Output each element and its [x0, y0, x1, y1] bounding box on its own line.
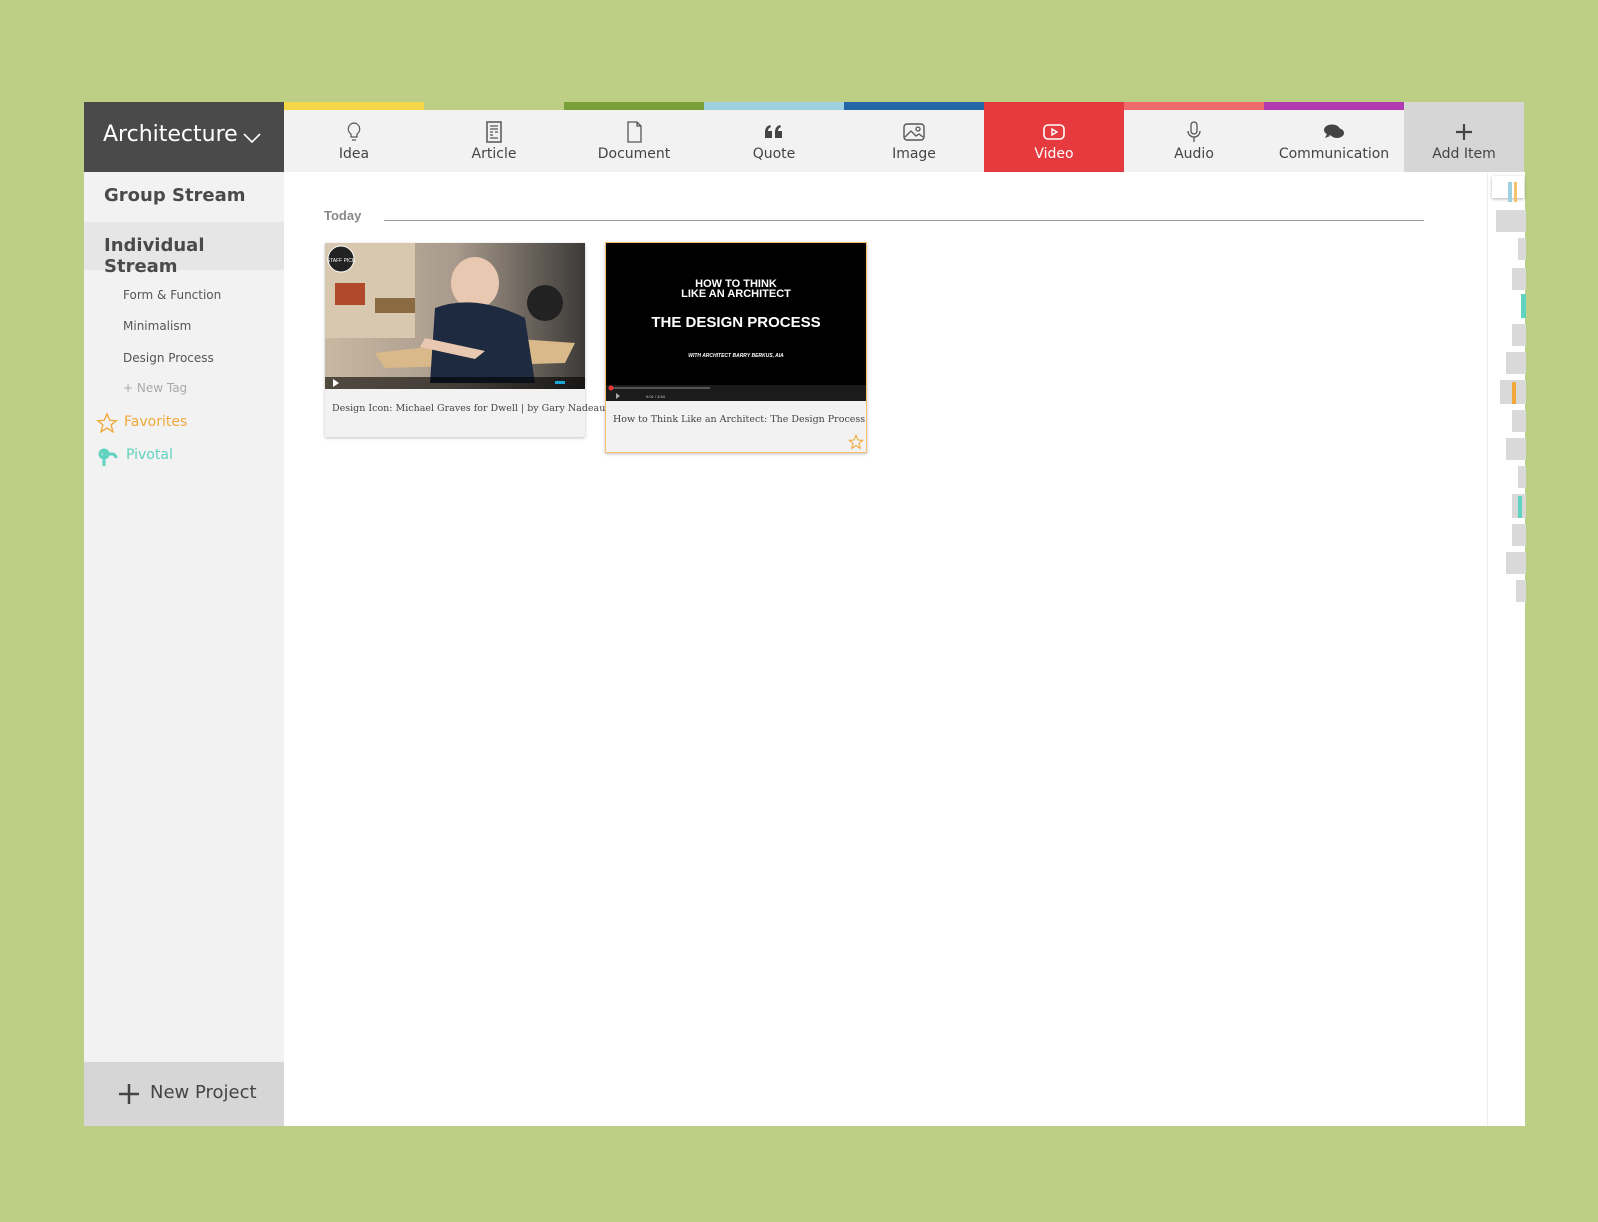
audio-color-bar	[1124, 102, 1264, 110]
audio-button[interactable]: Audio	[1124, 102, 1264, 172]
group-stream-label: Group Stream	[104, 185, 246, 206]
video-card-caption: How to Think Like an Architect: The Desi…	[613, 414, 866, 425]
quote-color-bar	[704, 102, 844, 110]
individual-stream-link[interactable]: Individual Stream	[84, 222, 284, 277]
minimap-marker	[1518, 496, 1522, 518]
minimap-block	[1518, 466, 1526, 488]
sidebar: Architecture Group Stream Individual Str…	[84, 102, 284, 1126]
tag-minimalism[interactable]: Minimalism	[123, 319, 191, 333]
lightbulb-icon	[347, 122, 361, 141]
section-divider	[384, 220, 1424, 221]
communication-label: Communication	[1278, 146, 1390, 162]
staff-pick-badge: STAFF PICK	[327, 258, 356, 264]
new-tag-button[interactable]: + New Tag	[123, 381, 187, 395]
video-thumbnail[interactable]: HOW TO THINK LIKE AN ARCHITECT THE DESIG…	[606, 243, 866, 401]
individual-stream-label: Individual Stream	[104, 235, 205, 277]
image-button[interactable]: Image	[844, 102, 984, 172]
stream-minimap[interactable]	[1487, 172, 1526, 1126]
star-icon	[96, 412, 118, 434]
group-stream-link[interactable]: Group Stream	[84, 172, 284, 220]
image-color-bar	[844, 102, 984, 110]
item-type-toolbar: Idea Article Document Quote Image Video	[284, 102, 1524, 172]
add-item-label: Add Item	[1432, 146, 1496, 162]
minimap-marker	[1512, 382, 1516, 404]
minimap-block	[1512, 410, 1526, 432]
video-subtitle: WITH ARCHITECT BARRY BERKUS, AIA	[688, 353, 784, 359]
minimap-marker	[1514, 182, 1517, 202]
pivotal-label: Pivotal	[126, 447, 173, 463]
video-card[interactable]: HOW TO THINK LIKE AN ARCHITECT THE DESIG…	[605, 242, 867, 453]
add-item-button[interactable]: Add Item	[1404, 102, 1524, 172]
favorites-label: Favorites	[124, 414, 188, 430]
video-button[interactable]: Video	[984, 102, 1124, 172]
minimap-block	[1506, 438, 1526, 460]
idea-color-bar	[284, 102, 424, 110]
document-button[interactable]: Document	[564, 102, 704, 172]
minimap-marker	[1508, 182, 1512, 202]
tag-design-process[interactable]: Design Process	[123, 351, 214, 365]
favorite-star-icon[interactable]	[848, 434, 864, 450]
video-card[interactable]: STAFF PICK Design Icon: Michael Graves f…	[325, 243, 605, 437]
minimap-block	[1512, 268, 1526, 290]
quote-label: Quote	[752, 146, 796, 162]
pivot-icon	[98, 448, 118, 466]
project-title: Architecture	[103, 122, 238, 147]
minimap-block	[1496, 210, 1526, 232]
project-selector[interactable]: Architecture	[84, 102, 284, 172]
app-window: Architecture Group Stream Individual Str…	[84, 102, 1526, 1126]
document-label: Document	[597, 146, 671, 162]
section-heading-today: Today	[324, 208, 362, 223]
plus-icon	[1456, 124, 1472, 140]
video-label: Video	[1034, 146, 1074, 162]
chevron-down-icon	[243, 133, 261, 144]
minimap-block	[1512, 524, 1526, 546]
video-play-icon	[1043, 124, 1065, 140]
document-color-bar	[564, 102, 704, 110]
minimap-block	[1506, 352, 1526, 374]
video-thumbnail[interactable]: STAFF PICK	[325, 243, 585, 389]
document-icon	[627, 121, 642, 143]
minimap-block	[1506, 552, 1526, 574]
image-label: Image	[892, 146, 936, 162]
idea-label: Idea	[338, 146, 370, 162]
article-label: Article	[471, 146, 517, 162]
minimap-block	[1512, 324, 1526, 346]
video-title-line-2: LIKE AN ARCHITECT	[681, 288, 791, 300]
plus-icon	[119, 1084, 139, 1104]
new-project-label: New Project	[150, 1082, 257, 1103]
communication-button[interactable]: Communication	[1264, 102, 1404, 172]
minimap-marker	[1521, 294, 1526, 318]
video-card-caption: Design Icon: Michael Graves for Dwell | …	[332, 403, 606, 414]
quote-icon	[765, 125, 782, 138]
video-title-line-3: THE DESIGN PROCESS	[651, 314, 820, 331]
idea-button[interactable]: Idea	[284, 102, 424, 172]
chat-bubbles-icon	[1324, 124, 1344, 138]
audio-label: Audio	[1174, 146, 1214, 162]
minimap-block	[1518, 238, 1526, 260]
minimap-block	[1516, 580, 1526, 602]
microphone-icon	[1187, 121, 1201, 142]
tag-form-function[interactable]: Form & Function	[123, 288, 221, 302]
video-color-bar	[984, 102, 1124, 110]
video-time: 0:01 / 3:54	[646, 394, 666, 399]
communication-color-bar	[1264, 102, 1404, 110]
image-icon	[903, 123, 925, 141]
article-button[interactable]: Article	[424, 102, 564, 172]
article-color-bar	[424, 102, 564, 110]
new-project-button[interactable]: New Project	[84, 1062, 284, 1126]
article-icon	[486, 121, 502, 143]
quote-button[interactable]: Quote	[704, 102, 844, 172]
